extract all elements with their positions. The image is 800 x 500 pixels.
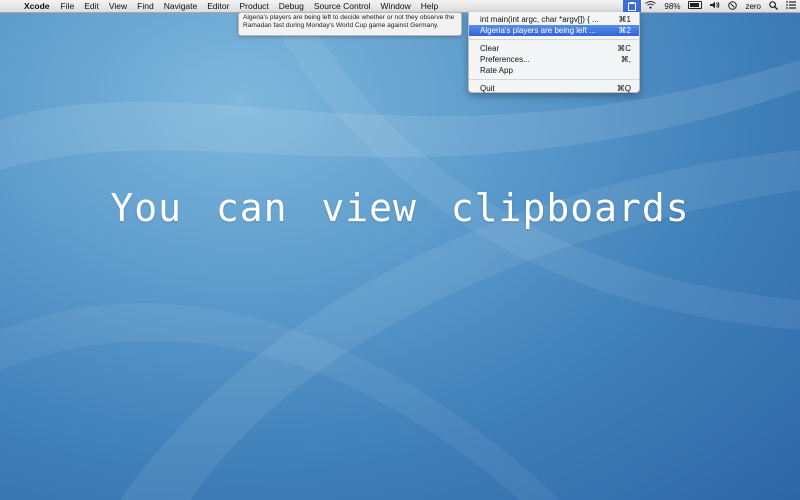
- menu-window[interactable]: Window: [376, 1, 416, 11]
- menu-app-xcode[interactable]: Xcode: [18, 1, 56, 11]
- clipboard-dropdown-menu: int main(int argc, char *argv[]) { ... ⌘…: [468, 12, 640, 93]
- menu-item-shortcut: ⌘C: [617, 44, 631, 53]
- menu-item-shortcut: ⌘,: [620, 55, 631, 64]
- menu-separator: [469, 39, 639, 40]
- menu-file[interactable]: File: [56, 1, 80, 11]
- menu-item-preferences[interactable]: Preferences... ⌘,: [469, 54, 639, 65]
- clock-icon[interactable]: [724, 0, 741, 12]
- menu-navigate[interactable]: Navigate: [159, 1, 203, 11]
- menu-editor[interactable]: Editor: [202, 1, 234, 11]
- spotlight-search-icon[interactable]: [765, 0, 782, 12]
- hero-caption: You can view clipboards: [110, 186, 690, 230]
- desktop-wallpaper-swoosh: [0, 0, 800, 500]
- menu-item-label: Rate App: [480, 66, 513, 75]
- menu-separator: [469, 79, 639, 80]
- menu-item-quit[interactable]: Quit ⌘Q: [469, 83, 639, 94]
- menu-item-shortcut: ⌘2: [618, 26, 631, 35]
- clipboard-icon[interactable]: [623, 0, 642, 12]
- battery-percent[interactable]: 98%: [660, 2, 684, 11]
- menu-item-label: Algeria's players are being left ...: [480, 26, 596, 35]
- menu-item-label: Clear: [480, 44, 500, 53]
- wifi-icon[interactable]: [641, 1, 660, 11]
- menu-item-label: Quit: [480, 84, 495, 93]
- battery-icon[interactable]: [684, 1, 706, 11]
- menu-product[interactable]: Product: [234, 1, 273, 11]
- menu-edit[interactable]: Edit: [79, 1, 104, 11]
- menu-help[interactable]: Help: [416, 1, 443, 11]
- menu-item-clip-2[interactable]: Algeria's players are being left ... ⌘2: [469, 25, 639, 36]
- volume-icon[interactable]: [706, 1, 724, 11]
- menu-item-shortcut: ⌘Q: [616, 84, 631, 93]
- menu-item-clip-1[interactable]: int main(int argc, char *argv[]) { ... ⌘…: [469, 14, 639, 25]
- menu-item-shortcut: ⌘1: [618, 15, 631, 24]
- menu-source-control[interactable]: Source Control: [309, 1, 376, 11]
- menu-item-clear[interactable]: Clear ⌘C: [469, 43, 639, 54]
- menu-item-label: int main(int argc, char *argv[]) { ...: [480, 15, 599, 24]
- notification-center-icon[interactable]: [782, 1, 800, 11]
- menu-find[interactable]: Find: [132, 1, 159, 11]
- status-area: 98% zero: [623, 0, 800, 12]
- menu-item-rate-app[interactable]: Rate App: [469, 65, 639, 76]
- menu-debug[interactable]: Debug: [274, 1, 309, 11]
- user-name[interactable]: zero: [741, 2, 765, 11]
- menu-item-label: Preferences...: [480, 55, 530, 64]
- menu-view[interactable]: View: [104, 1, 132, 11]
- clipboard-preview-tooltip: Algeria's players are being left to deci…: [238, 12, 462, 36]
